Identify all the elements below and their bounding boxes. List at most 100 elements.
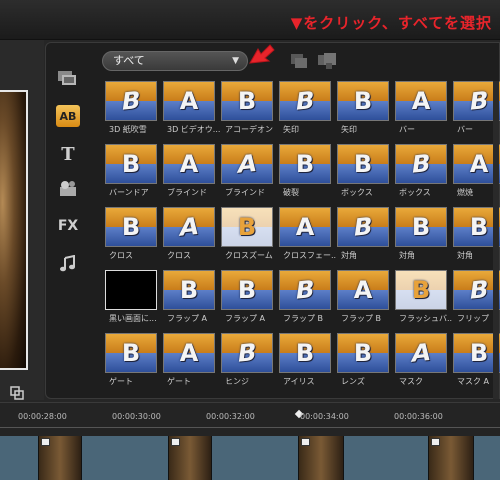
transition-thumbnail[interactable]: B xyxy=(105,207,157,247)
transition-thumbnail[interactable]: B xyxy=(279,333,331,373)
transition-thumbnail[interactable]: A xyxy=(279,207,331,247)
transition-tile[interactable]: A 3D ビデオウ... xyxy=(163,81,220,143)
transition-thumbnail[interactable]: A xyxy=(221,144,273,184)
transition-thumbnail[interactable]: B xyxy=(105,144,157,184)
transition-preview-glyph: B xyxy=(237,213,257,241)
transition-thumbnail[interactable]: A xyxy=(395,333,447,373)
video-clip[interactable] xyxy=(298,436,344,480)
transition-thumbnail[interactable]: B xyxy=(163,270,215,310)
transition-thumbnail[interactable]: B xyxy=(395,144,447,184)
transition-tile[interactable]: B クロスズーム xyxy=(221,207,273,269)
transition-thumbnail[interactable]: A xyxy=(395,81,447,121)
transition-tile[interactable]: B 3D 紙吹雪 xyxy=(105,81,157,143)
graphics-icon[interactable] xyxy=(56,178,80,200)
transition-thumbnail[interactable]: B xyxy=(279,81,331,121)
timecode-label: 00:00:36:00 xyxy=(394,412,443,421)
clip-badge-icon xyxy=(431,438,440,446)
transition-label: 3D ビデオウ... xyxy=(167,125,221,134)
title-t-icon[interactable]: T xyxy=(56,143,80,165)
scrollbar[interactable] xyxy=(493,81,499,399)
transition-thumbnail[interactable]: B xyxy=(395,207,447,247)
transition-tile[interactable]: 黒い画面に... xyxy=(105,270,157,332)
transition-tile[interactable]: B 矢印 xyxy=(337,81,389,143)
transition-thumbnail[interactable] xyxy=(105,270,157,310)
timeline-ruler[interactable]: 00:00:28:00 00:00:30:00 00:00:32:00 00:00:3… xyxy=(0,403,500,431)
transition-tile[interactable]: A クロスフェー... xyxy=(279,207,337,269)
transition-ab-icon[interactable]: AB xyxy=(56,105,80,127)
transition-tile[interactable]: B ボックス xyxy=(337,144,389,206)
music-note-icon[interactable] xyxy=(56,253,80,275)
transition-tile[interactable]: B フラップ A xyxy=(221,270,273,332)
transition-tile[interactable]: A バー xyxy=(395,81,447,143)
transition-thumbnail[interactable]: A xyxy=(163,207,215,247)
transition-tile[interactable]: B 対角 xyxy=(395,207,447,269)
video-clip[interactable] xyxy=(428,436,474,480)
video-track[interactable] xyxy=(0,436,500,480)
transition-thumbnail[interactable]: B xyxy=(279,144,331,184)
transition-tile[interactable]: B アコーデオン xyxy=(221,81,273,143)
transition-tile[interactable]: B ボックス xyxy=(395,144,447,206)
transition-tile[interactable]: A ブラインド xyxy=(163,144,215,206)
transition-tile[interactable]: B フラッシュバ... xyxy=(395,270,453,332)
transition-thumbnail[interactable]: B xyxy=(337,333,389,373)
transition-label: フラップ A xyxy=(225,314,266,323)
transition-tile[interactable]: B 破裂 xyxy=(279,144,331,206)
transition-tile[interactable]: A マスク xyxy=(395,333,447,395)
transition-thumbnail[interactable]: B xyxy=(337,81,389,121)
transition-thumbnail[interactable]: B xyxy=(221,270,273,310)
timecode-label: 00:00:34:00 xyxy=(300,412,349,421)
transition-tile[interactable]: B レンズ xyxy=(337,333,389,395)
transition-preview-glyph: B xyxy=(179,276,199,304)
transition-tile[interactable]: A クロス xyxy=(163,207,215,269)
transition-tile[interactable]: B ゲート xyxy=(105,333,157,395)
transition-tile[interactable]: B 矢印 xyxy=(279,81,331,143)
transition-label: 対角 xyxy=(341,251,357,260)
transition-thumbnail[interactable]: B xyxy=(279,270,331,310)
snapshot-icon[interactable] xyxy=(10,386,24,400)
transition-tile[interactable]: A ブラインド xyxy=(221,144,273,206)
transition-thumbnail[interactable]: B xyxy=(337,144,389,184)
transition-preview-glyph: A xyxy=(295,213,315,241)
transition-tile[interactable]: B フラップ A xyxy=(163,270,215,332)
import-icon[interactable] xyxy=(288,51,310,71)
transition-thumbnail[interactable]: B xyxy=(105,81,157,121)
transition-label: フラップ B xyxy=(341,314,382,323)
timecode-label: 00:00:28:00 xyxy=(18,412,67,421)
transition-thumbnail[interactable]: A xyxy=(163,81,215,121)
transition-thumbnail[interactable]: A xyxy=(337,270,389,310)
transition-preview-glyph: B xyxy=(469,339,489,367)
transition-thumbnail[interactable]: B xyxy=(221,207,273,247)
transition-label: 矢印 xyxy=(283,125,299,134)
transition-label: フラッシュバ... xyxy=(399,314,453,323)
library-options-icon[interactable] xyxy=(316,51,338,71)
media-library-icon[interactable] xyxy=(56,67,80,89)
transition-preview-glyph: B xyxy=(237,276,257,304)
chevron-down-icon[interactable]: ▼ xyxy=(232,52,239,70)
transition-tile[interactable]: B アイリス xyxy=(279,333,331,395)
transition-tile[interactable]: B ヒンジ xyxy=(221,333,273,395)
transition-thumbnail[interactable]: B xyxy=(221,81,273,121)
transition-tile[interactable]: A フラップ B xyxy=(337,270,389,332)
video-clip[interactable] xyxy=(168,436,212,480)
transition-thumbnail[interactable]: B xyxy=(105,333,157,373)
transition-preview-glyph: B xyxy=(411,276,431,304)
transition-thumbnail[interactable]: B xyxy=(221,333,273,373)
transition-label: ヒンジ xyxy=(225,377,249,386)
category-dropdown[interactable]: すべて ▼ xyxy=(102,51,248,71)
fx-icon[interactable]: FX xyxy=(56,215,80,237)
transition-thumbnail[interactable]: B xyxy=(337,207,389,247)
transition-tile[interactable]: B クロス xyxy=(105,207,157,269)
transition-tile[interactable]: B バーンドア xyxy=(105,144,157,206)
transition-tile[interactable]: A ゲート xyxy=(163,333,215,395)
transition-tile[interactable]: B 対角 xyxy=(337,207,389,269)
transition-thumbnail[interactable]: A xyxy=(163,333,215,373)
clip-badge-icon xyxy=(171,438,180,446)
transition-thumbnail[interactable]: B xyxy=(395,270,447,310)
transition-label: フラップ A xyxy=(167,314,208,323)
transition-preview-glyph: A xyxy=(235,149,259,179)
transition-preview-glyph: B xyxy=(121,213,141,241)
transition-thumbnail[interactable]: A xyxy=(163,144,215,184)
transition-preview-glyph: B xyxy=(411,213,431,241)
video-clip[interactable] xyxy=(38,436,82,480)
transition-tile[interactable]: B フラップ B xyxy=(279,270,331,332)
